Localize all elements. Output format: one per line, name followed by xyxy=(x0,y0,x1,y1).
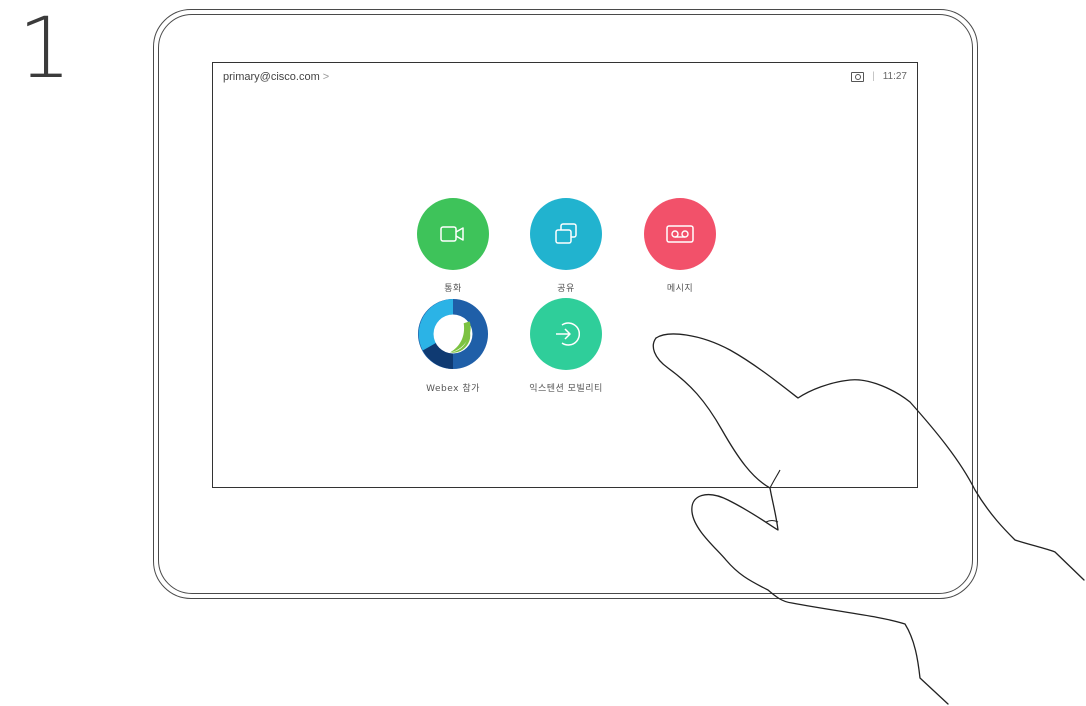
call-circle[interactable] xyxy=(417,198,489,270)
selfview-icon[interactable] xyxy=(851,71,865,82)
call-label: 통화 xyxy=(444,284,462,294)
extension-mobility-button[interactable]: 익스텐션 모빌리티 xyxy=(511,298,621,394)
chevron-right-icon: > xyxy=(322,71,330,83)
webex-join-label: Webex 참가 xyxy=(426,384,480,394)
clock: 11:27 xyxy=(882,71,907,82)
extension-mobility-circle[interactable] xyxy=(530,298,602,370)
webex-logo-icon xyxy=(417,298,489,370)
webex-circle[interactable] xyxy=(417,298,489,370)
share-button[interactable]: 공유 xyxy=(511,198,621,294)
extension-mobility-label: 익스텐션 모빌리티 xyxy=(529,384,603,394)
share-screen-icon xyxy=(555,223,577,244)
share-label: 공유 xyxy=(557,284,575,294)
messages-circle[interactable] xyxy=(644,198,716,270)
sign-in-arrow-icon xyxy=(556,322,580,346)
home-screen: primary@cisco.com > | 11:27 통화 공유 메시지 We… xyxy=(212,62,918,488)
call-button[interactable]: 통화 xyxy=(398,198,508,294)
voicemail-icon xyxy=(666,225,694,243)
messages-button[interactable]: 메시지 xyxy=(625,198,735,294)
account-label: primary@cisco.com xyxy=(223,71,320,83)
account-menu[interactable]: primary@cisco.com > xyxy=(223,71,329,83)
step-number: 1 xyxy=(18,0,72,97)
divider: | xyxy=(872,71,875,82)
messages-label: 메시지 xyxy=(666,284,694,294)
status-area: | 11:27 xyxy=(851,71,907,82)
video-camera-icon xyxy=(440,226,464,242)
share-circle[interactable] xyxy=(530,198,602,270)
webex-join-button[interactable]: Webex 참가 xyxy=(398,298,508,394)
